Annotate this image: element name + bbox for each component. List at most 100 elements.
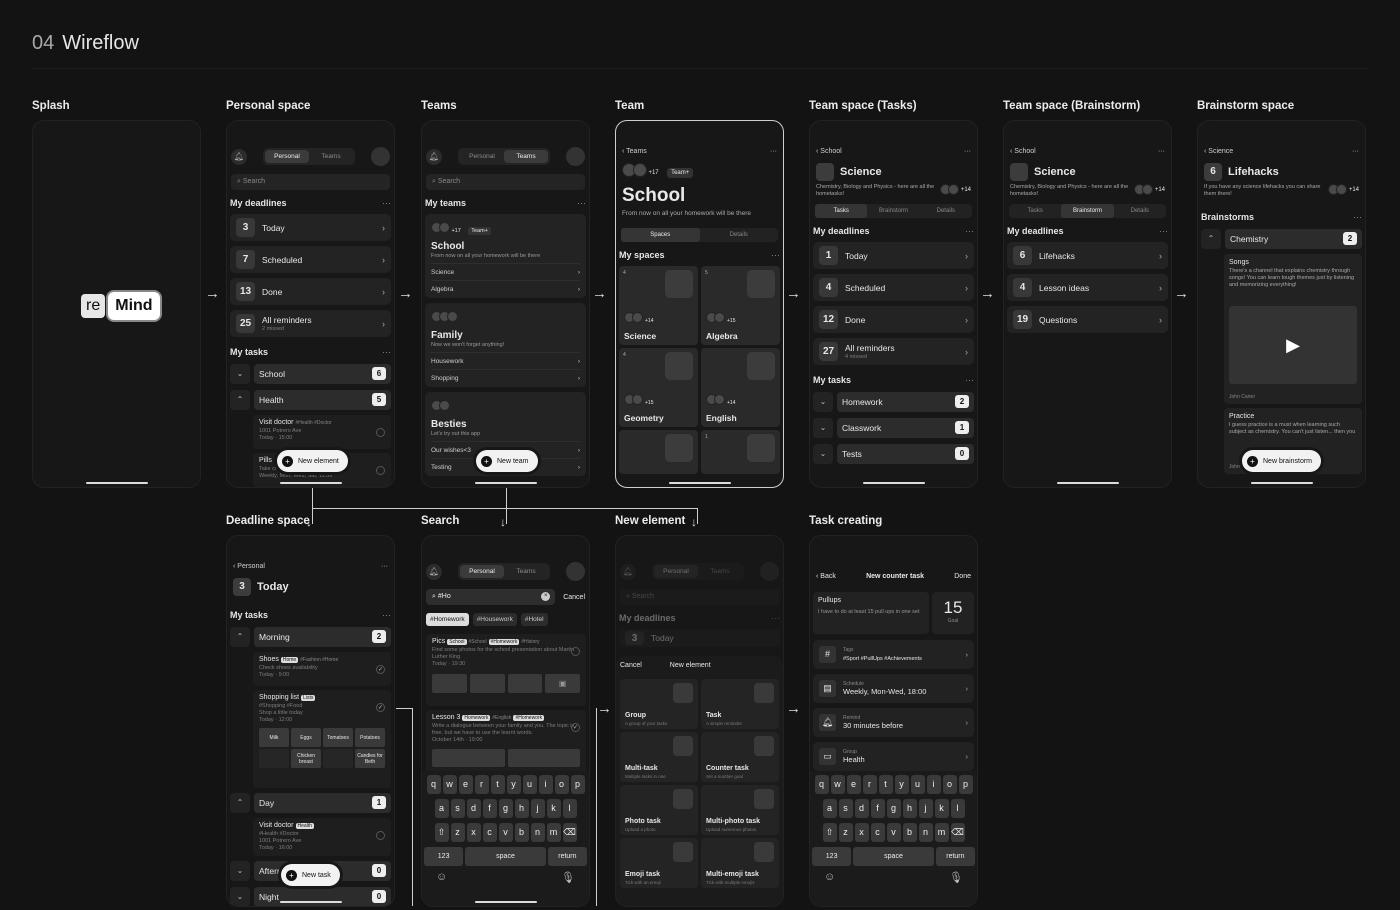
key[interactable]: u (522, 775, 537, 794)
bell-icon[interactable]: 🔔︎ (426, 563, 442, 580)
task-group[interactable]: Classwork 1 (837, 417, 974, 438)
avatar[interactable] (566, 147, 585, 166)
new-brainstorm-button[interactable]: + New brainstorm (1242, 450, 1322, 472)
tag-chip[interactable]: #Hotel (520, 613, 548, 626)
more-icon[interactable]: ··· (1353, 212, 1362, 222)
tab-brainstorm[interactable]: Brainstorm (1061, 204, 1114, 218)
chevron-down-icon[interactable]: ⌄ (813, 417, 833, 438)
tag-chip[interactable]: #Housework (472, 613, 517, 626)
space-tile[interactable]: 4 +14 Science (619, 266, 698, 345)
key[interactable]: z (838, 823, 853, 842)
space-switch[interactable]: Personal Teams (458, 148, 550, 165)
more-icon[interactable]: ··· (1159, 226, 1168, 236)
space-link[interactable]: Housework › (431, 352, 580, 365)
key[interactable]: o (942, 775, 957, 794)
back-button[interactable]: ‹ School (816, 148, 842, 155)
shopping-item[interactable] (259, 749, 289, 768)
key[interactable]: t (490, 775, 505, 794)
shift-icon[interactable]: ⇧ (822, 823, 837, 842)
chevron-down-icon[interactable]: ⌄ (230, 363, 250, 384)
key[interactable]: k (546, 799, 561, 818)
more-icon[interactable]: ··· (965, 226, 974, 236)
key[interactable]: m (934, 823, 949, 842)
key[interactable]: g (498, 799, 513, 818)
space-link[interactable]: Algebra › (431, 280, 580, 293)
element-option[interactable]: Multi-photo task Upload numerous photos (701, 785, 779, 835)
emoji-icon[interactable]: ☺ (824, 871, 835, 884)
image-icon[interactable]: ▣ (545, 674, 580, 693)
tab-details[interactable]: Details (1114, 204, 1166, 218)
key-123[interactable]: 123 (812, 847, 852, 866)
more-icon[interactable]: ··· (965, 375, 974, 385)
tab-personal[interactable]: Personal (265, 150, 309, 163)
more-icon[interactable]: ··· (1158, 148, 1165, 155)
clear-icon[interactable]: × (541, 592, 551, 601)
shopping-item[interactable]: Eggs (291, 728, 321, 747)
more-icon[interactable]: ··· (577, 198, 586, 208)
element-option[interactable]: Task A simple reminder (701, 679, 779, 729)
goal-field[interactable]: 15 Goal (932, 592, 974, 634)
photo-thumb[interactable] (432, 749, 505, 767)
chevron-down-icon[interactable]: ⌄ (230, 860, 250, 881)
shopping-item[interactable]: Potatoes (355, 728, 385, 747)
tab-details[interactable]: Details (700, 228, 779, 242)
key[interactable]: v (886, 823, 901, 842)
deadline-row[interactable]: 4 Scheduled › (813, 274, 974, 301)
key[interactable]: p (570, 775, 585, 794)
back-button[interactable]: ‹ Teams (622, 148, 647, 155)
key-space[interactable]: space (853, 847, 934, 866)
task-checkbox[interactable] (571, 647, 580, 656)
tab-brainstorm[interactable]: Brainstorm (867, 204, 919, 218)
element-option[interactable]: Emoji task Tick with an emoji (620, 838, 698, 888)
key[interactable]: a (822, 799, 837, 818)
new-task-button[interactable]: + New task (281, 864, 340, 886)
new-team-button[interactable]: + New team (476, 450, 538, 472)
element-option[interactable]: Multi-task Multiple tasks in one (620, 732, 698, 782)
space-link[interactable]: Shopping › (431, 369, 580, 382)
task-checkbox[interactable] (376, 466, 385, 475)
key[interactable]: w (442, 775, 457, 794)
key[interactable]: n (918, 823, 933, 842)
key[interactable]: l (950, 799, 965, 818)
chevron-up-icon[interactable]: ⌃ (230, 792, 250, 813)
key[interactable]: s (838, 799, 853, 818)
key[interactable]: v (498, 823, 513, 842)
task-name-field[interactable]: Pullups I have to do at least 15 pull ups… (813, 592, 929, 634)
tab-teams[interactable]: Teams (504, 150, 548, 163)
search-input[interactable]: ⌕ Search (231, 174, 390, 190)
search-input[interactable]: ⌕ #Ho × (426, 589, 556, 605)
emoji-icon[interactable]: ☺ (436, 871, 447, 884)
back-button[interactable]: ‹ Back (816, 573, 836, 580)
tab-personal[interactable]: Personal (460, 150, 504, 163)
more-icon[interactable]: ··· (382, 610, 391, 620)
tab-tasks[interactable]: Tasks (815, 204, 868, 218)
task-item[interactable]: Shopping list Lists #Shopping #Food Shop a… (253, 690, 391, 788)
key[interactable]: q (426, 775, 441, 794)
bell-icon[interactable]: 🔔︎ (426, 148, 442, 165)
key[interactable]: p (958, 775, 973, 794)
key[interactable]: i (538, 775, 553, 794)
task-group[interactable]: Health 5 (254, 389, 391, 410)
key[interactable]: m (546, 823, 561, 842)
back-button[interactable]: ‹ Science (1204, 148, 1233, 155)
more-icon[interactable]: ··· (964, 148, 971, 155)
deadline-row[interactable]: 25 All reminders 2 missed › (230, 310, 391, 337)
tab-personal[interactable]: Personal (460, 565, 504, 578)
key[interactable]: l (562, 799, 577, 818)
key[interactable]: c (870, 823, 885, 842)
result-item[interactable]: Lesson 3 Homework #English #Homework Write… (426, 710, 586, 774)
space-tile[interactable]: 5 +15 Algebra (701, 266, 780, 345)
shopping-item[interactable] (323, 749, 353, 768)
space-switch[interactable]: Personal Teams (263, 148, 355, 165)
task-checkbox[interactable] (376, 428, 385, 437)
more-icon[interactable]: ··· (1352, 148, 1359, 155)
key[interactable]: q (814, 775, 829, 794)
deadline-row[interactable]: 6 Lifehacks › (1007, 242, 1168, 269)
key[interactable]: r (474, 775, 489, 794)
chevron-down-icon[interactable]: ⌄ (230, 886, 250, 906)
task-checkbox[interactable] (376, 831, 385, 840)
key[interactable]: t (878, 775, 893, 794)
key-space[interactable]: space (465, 847, 546, 866)
photo-thumb[interactable] (469, 674, 505, 693)
key[interactable]: n (530, 823, 545, 842)
